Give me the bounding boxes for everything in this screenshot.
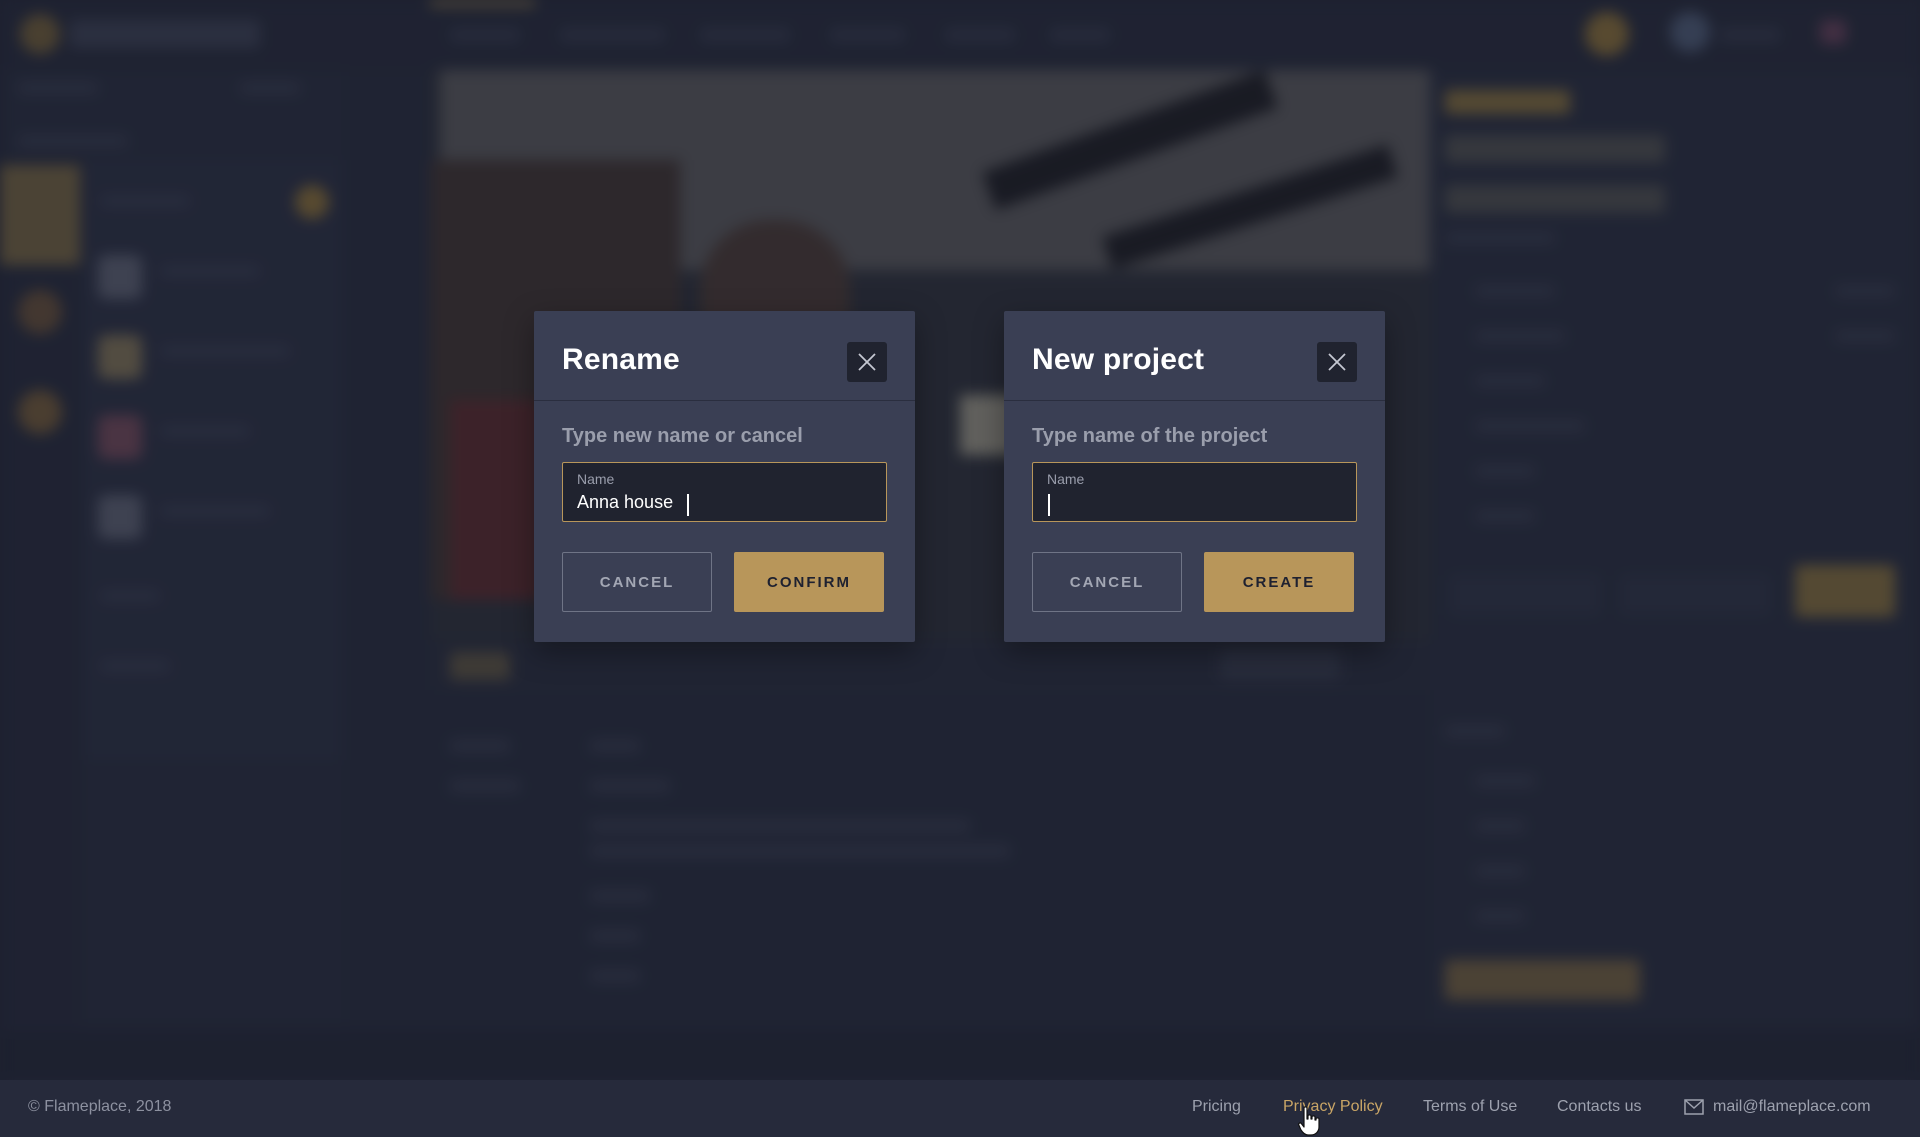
rename-prompt: Type new name or cancel [562, 425, 803, 447]
footer-link-pricing[interactable]: Pricing [1192, 1098, 1241, 1116]
new-project-name-field[interactable]: Name [1032, 462, 1357, 522]
hand-cursor-icon [1298, 1106, 1320, 1136]
rename-name-field[interactable]: Name [562, 462, 887, 522]
app-screen: Rename Type new name or cancel Name CANC… [0, 0, 1920, 1137]
rename-cancel-button[interactable]: CANCEL [562, 552, 712, 612]
footer-link-terms-of-use[interactable]: Terms of Use [1423, 1098, 1517, 1116]
text-caret [687, 494, 689, 516]
footer-link-contacts[interactable]: Contacts us [1557, 1098, 1641, 1116]
rename-dialog-title: Rename [562, 343, 680, 376]
close-icon [858, 353, 876, 371]
new-project-create-button[interactable]: CREATE [1204, 552, 1354, 612]
rename-dialog-header: Rename [534, 311, 915, 401]
footer-link-email[interactable]: mail@flameplace.com [1713, 1098, 1871, 1116]
footer: © Flameplace, 2018 Pricing Privacy Polic… [0, 1080, 1920, 1137]
new-project-field-label: Name [1047, 471, 1085, 487]
new-project-cancel-button[interactable]: CANCEL [1032, 552, 1182, 612]
new-project-prompt: Type name of the project [1032, 425, 1268, 447]
footer-copyright: © Flameplace, 2018 [28, 1098, 172, 1115]
rename-field-label: Name [577, 471, 615, 487]
mail-icon [1684, 1099, 1704, 1115]
rename-name-input[interactable] [577, 490, 872, 514]
rename-close-button[interactable] [847, 342, 887, 382]
new-project-dialog-title: New project [1032, 343, 1205, 376]
new-project-close-button[interactable] [1317, 342, 1357, 382]
rename-dialog: Rename Type new name or cancel Name CANC… [534, 311, 915, 642]
close-icon [1328, 353, 1346, 371]
new-project-name-input[interactable] [1047, 490, 1342, 514]
new-project-dialog-header: New project [1004, 311, 1385, 401]
rename-confirm-button[interactable]: CONFIRM [734, 552, 884, 612]
text-caret [1048, 494, 1050, 516]
new-project-dialog: New project Type name of the project Nam… [1004, 311, 1385, 642]
modal-overlay [0, 0, 1920, 1137]
